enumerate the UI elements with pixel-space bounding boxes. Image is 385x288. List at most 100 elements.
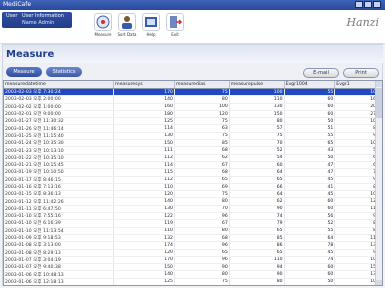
table-row[interactable]: 2003-01-07 오후 3:04:191709611074101	[4, 256, 381, 265]
table-cell: 62	[229, 197, 285, 206]
table-cell: 60	[284, 110, 336, 119]
table-cell: 67	[174, 219, 230, 228]
table-row[interactable]: 2003-01-12 오후 11:42:26140806260120	[4, 197, 381, 206]
table-row[interactable]: 2003-01-19 오전 10:10:5011568644775	[4, 168, 381, 177]
user-info-label: User Information	[22, 13, 64, 19]
table-cell: 2003-01-06 오후 12:18:13	[4, 278, 115, 285]
table-row[interactable]: 2003-01-26 오전 11:46:1411463575184	[4, 124, 381, 133]
table-cell: 120	[174, 110, 230, 119]
maximize-button[interactable]	[364, 1, 372, 8]
tab-measure[interactable]: Measure	[6, 67, 42, 77]
table-cell: 75	[174, 117, 230, 126]
table-cell: 112	[334, 234, 381, 243]
blood-pressure-icon[interactable]	[94, 13, 112, 31]
column-header-3[interactable]: measurepulse	[229, 81, 285, 89]
table-cell: 270	[334, 110, 381, 119]
table-cell: 66	[229, 183, 285, 192]
table-row[interactable]: 2003-01-09 오후 9:18:53132688564112	[4, 234, 381, 243]
table-row[interactable]: 2003-01-22 오전 10:35:1011262545060	[4, 154, 381, 162]
vertical-scrollbar[interactable]	[375, 81, 382, 285]
scroll-thumb[interactable]	[376, 88, 382, 118]
table-cell: 51	[284, 124, 336, 133]
table-cell: 2003-01-16 오후 7:13:16	[4, 183, 115, 192]
table-row[interactable]: 2003-01-15 오후 8:36:13120756445106	[4, 190, 381, 199]
table-cell: 96	[174, 212, 230, 221]
column-header-5[interactable]: Evgr1	[334, 81, 381, 89]
table-cell: 47	[284, 168, 336, 177]
column-header-1[interactable]: measuresys	[113, 81, 175, 89]
table-cell: 75	[174, 190, 230, 199]
table-cell: 84	[334, 183, 381, 192]
brand-logo: Hanzi	[346, 16, 379, 29]
table-row[interactable]: 2003-01-07 오전 9:40:38150909460150	[4, 263, 381, 272]
table-row[interactable]: 2003-01-21 오전 10:15:4511467604765	[4, 161, 381, 170]
table-row[interactable]: 2003-01-10 오전 6:16:3911967795284	[4, 219, 381, 228]
column-header-0[interactable]: measuredatetime	[4, 81, 115, 89]
table-row[interactable]: 2003-01-23 오전 10:13:1011168524357	[4, 146, 381, 155]
table-cell: 60	[334, 154, 381, 162]
tab-statistics[interactable]: Statistics	[46, 67, 82, 77]
table-row[interactable]: 2003-01-24 오전 10:35:30150857065106	[4, 139, 381, 148]
table-cell: 60	[229, 161, 285, 170]
table-cell: 140	[113, 270, 175, 279]
table-cell: 64	[229, 168, 285, 177]
table-row[interactable]: 2003-01-27 오전 11:30:32125758050100	[4, 117, 381, 126]
table-cell: 100	[229, 88, 285, 97]
table-cell: 122	[113, 212, 175, 221]
table-cell: 52	[284, 219, 336, 228]
table-cell: 65	[284, 139, 336, 148]
table-row[interactable]: 2003-01-16 오후 7:13:1611069664184	[4, 183, 381, 192]
table-row[interactable]: 2003-01-10 오후 7:55:1612296745690	[4, 212, 381, 221]
table-row[interactable]: 2003-02-03 오후 2:00:001408011060164	[4, 95, 381, 104]
close-button[interactable]	[373, 1, 381, 8]
table-row[interactable]: 2003-01-06 오후 10:48:13140809060134	[4, 270, 381, 279]
column-header-2[interactable]: measuredias	[174, 81, 230, 89]
table-row[interactable]: 2003-01-10 오전 11:13:5411080655581	[4, 227, 381, 235]
table-cell: 100	[334, 278, 381, 285]
column-header-4[interactable]: Evgr1004	[284, 81, 336, 89]
table-row[interactable]: 2003-01-25 오전 11:15:4013075755591	[4, 132, 381, 141]
scroll-up-arrow[interactable]	[376, 81, 382, 87]
table-cell: 47	[284, 161, 336, 170]
email-button[interactable]: E-mail	[303, 68, 339, 78]
table-body: 2003-02-03 오후 7:30:2417075100551002003-0…	[4, 88, 381, 285]
table-row[interactable]: 2003-02-03 오후 7:30:241707510055100	[4, 88, 381, 97]
table-cell: 125	[113, 278, 175, 285]
print-button[interactable]: Print	[343, 68, 379, 78]
table-row[interactable]: 2003-01-08 오전 8:29:1312065654590	[4, 249, 381, 257]
table-cell: 100	[334, 88, 381, 97]
table-cell: 60	[284, 95, 336, 104]
table-cell: 79	[229, 219, 285, 228]
table-cell: 60	[284, 263, 336, 272]
table-cell: 75	[334, 168, 381, 177]
table-cell: 74	[229, 212, 285, 221]
user-icon[interactable]	[118, 13, 136, 31]
table-cell: 106	[334, 139, 381, 148]
help-icon[interactable]	[142, 13, 160, 31]
table-cell: 62	[174, 154, 230, 162]
table-cell: 94	[229, 263, 285, 272]
table-row[interactable]: 2003-01-08 오후 3:13:00174968678135	[4, 241, 381, 250]
table-cell: 130	[113, 205, 175, 214]
minimize-button[interactable]	[355, 1, 363, 8]
table-cell: 2003-01-24 오전 10:35:30	[4, 139, 115, 148]
table-cell: 57	[229, 124, 285, 133]
table-cell: 50	[284, 117, 336, 126]
table-cell: 45	[284, 176, 336, 184]
table-row[interactable]: 2003-01-06 오후 12:18:13125758050100	[4, 278, 381, 285]
table-cell: 111	[113, 146, 175, 155]
table-row[interactable]: 2003-02-02 오후 1:00:0016010013060206	[4, 103, 381, 111]
table-cell: 110	[229, 95, 285, 104]
exit-icon[interactable]	[166, 13, 184, 31]
table-cell: 101	[334, 256, 381, 265]
table-cell: 135	[334, 241, 381, 250]
table-cell: 80	[229, 117, 285, 126]
table-row[interactable]: 2003-01-11 오후 6:47:50130709060113	[4, 205, 381, 214]
table-cell: 2003-01-07 오후 3:04:19	[4, 256, 115, 265]
table-row[interactable]: 2003-02-01 오전 9:00:0018012015060270	[4, 110, 381, 119]
table-cell: 120	[113, 190, 175, 199]
title-bar: MediCafe	[0, 0, 385, 10]
table-cell: 2003-01-22 오전 10:35:10	[4, 154, 115, 162]
table-row[interactable]: 2003-01-17 오후 8:46:1511265654590	[4, 176, 381, 184]
table-cell: 70	[229, 139, 285, 148]
